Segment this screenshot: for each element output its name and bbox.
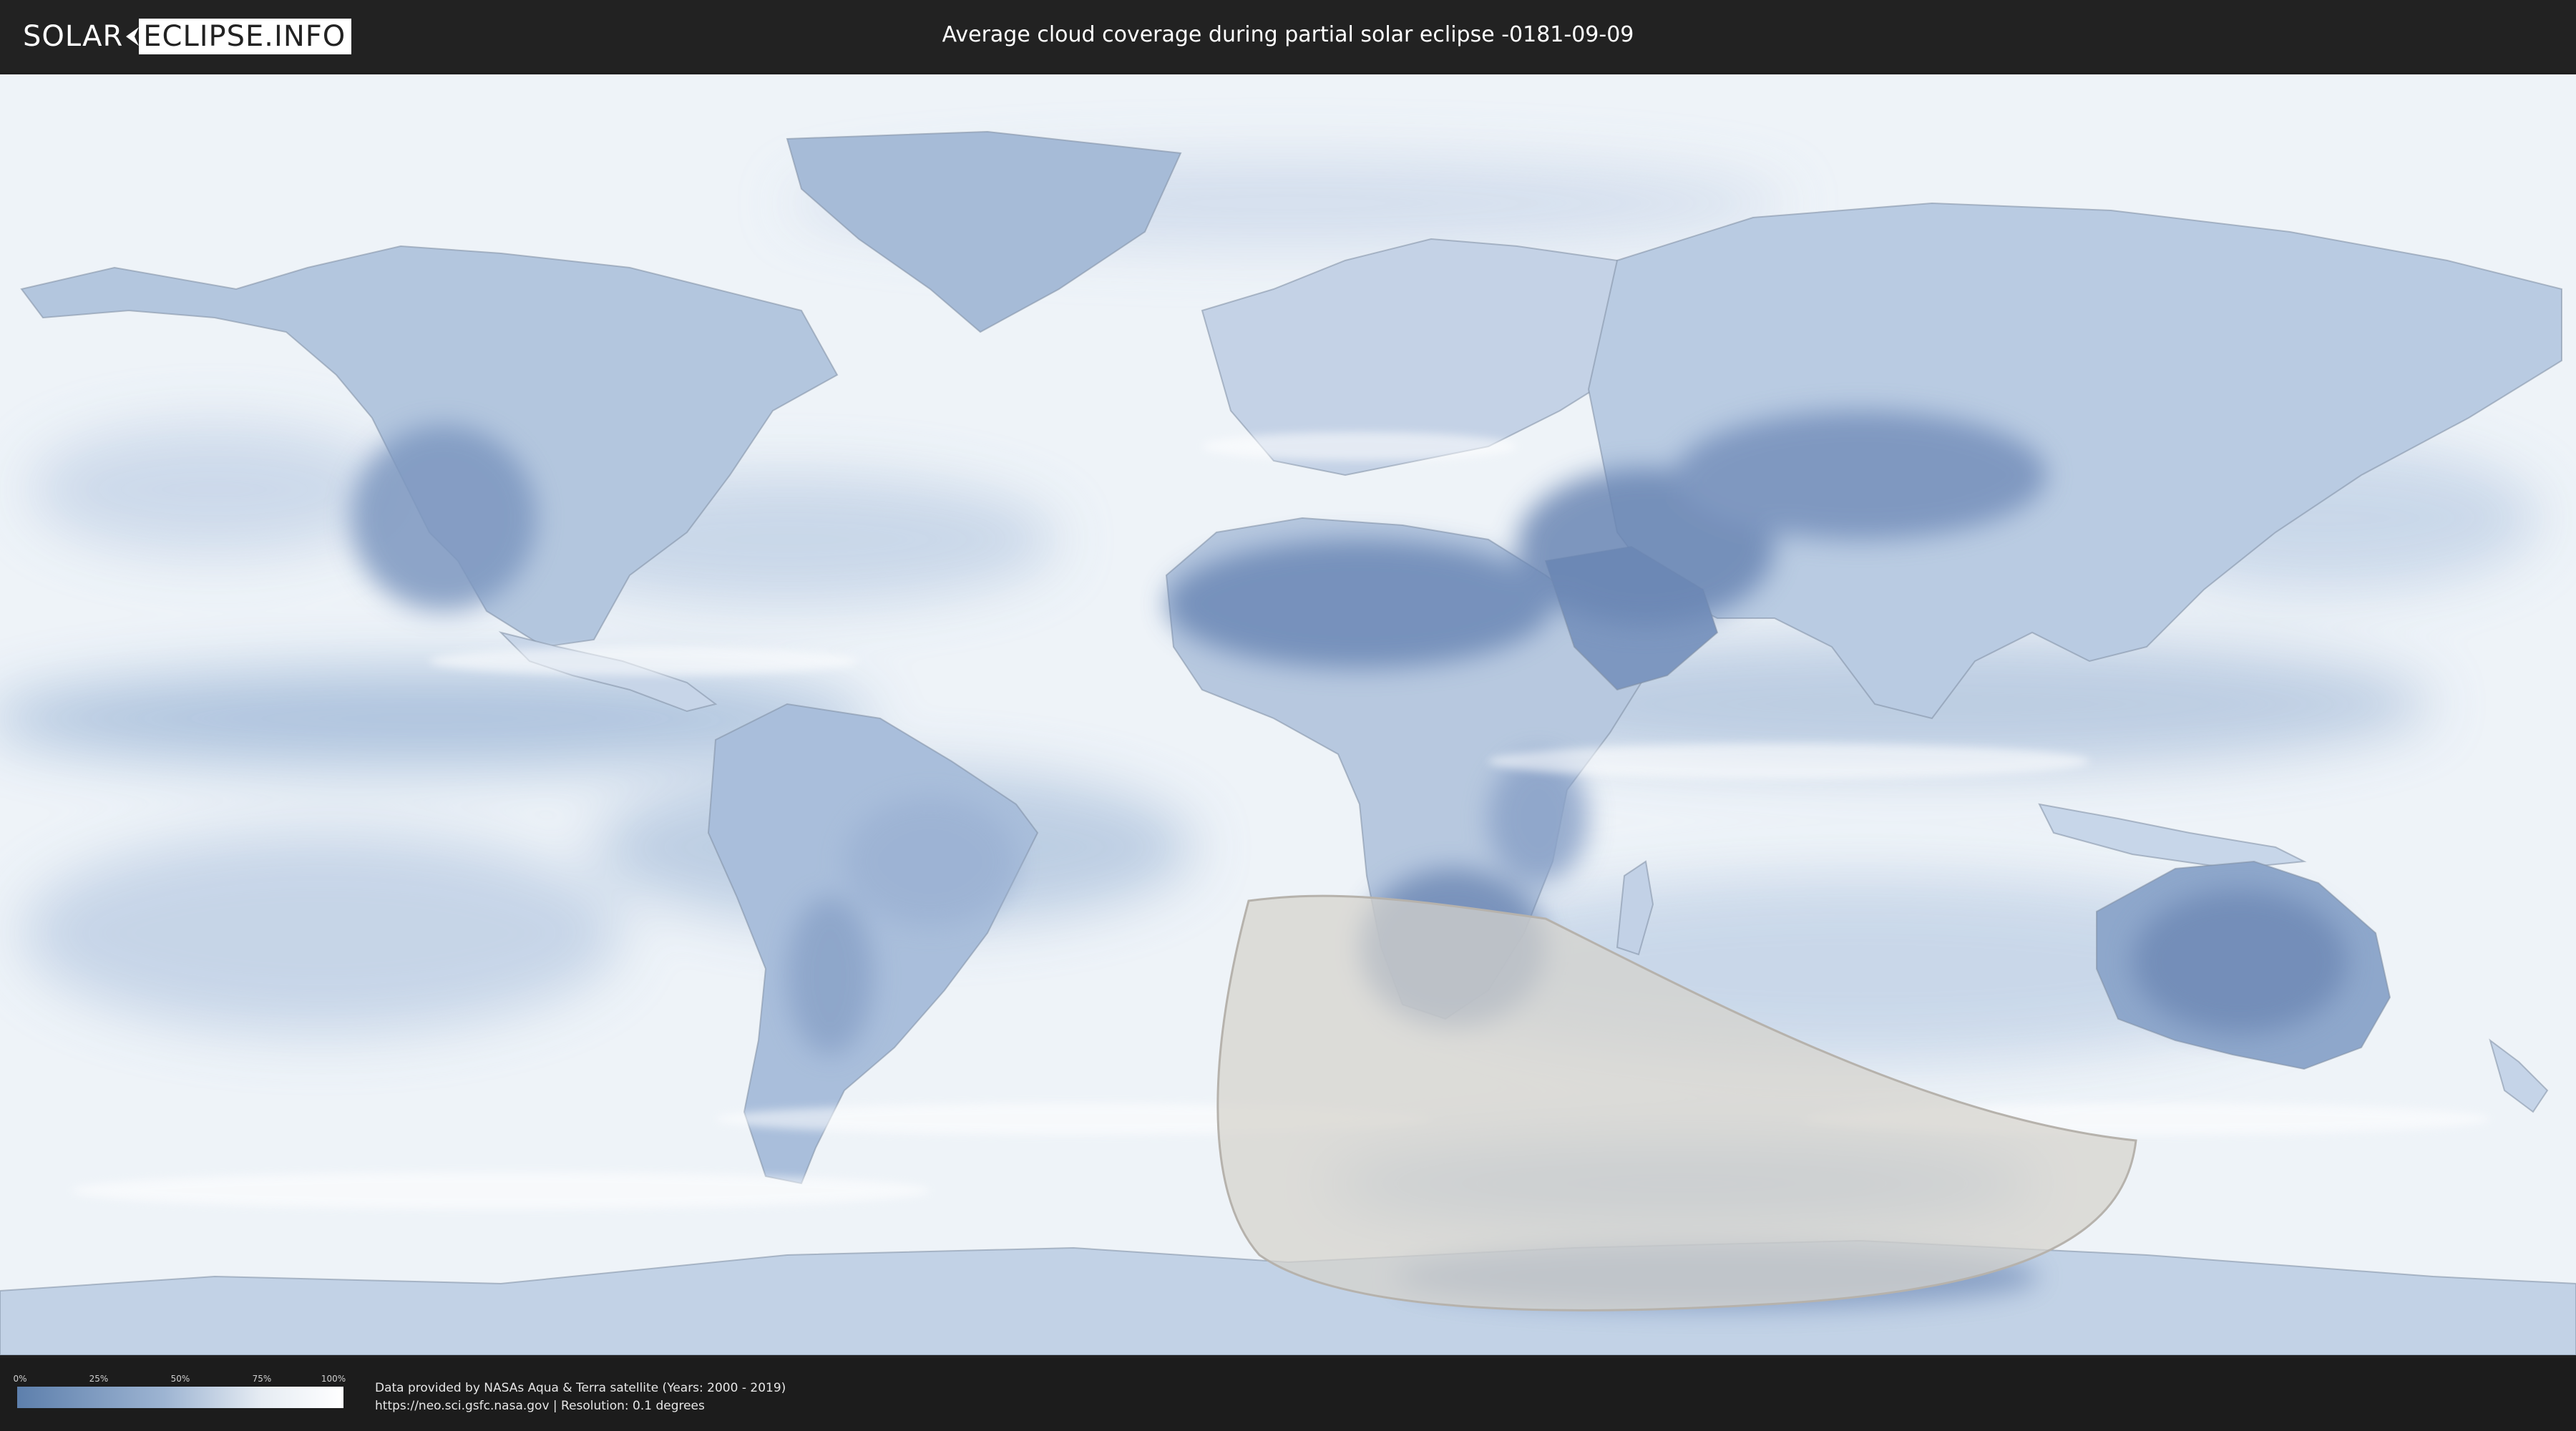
legend-tick-0: 0% xyxy=(13,1374,27,1384)
header-bar: SOLAR ECLIPSE.INFO Average cloud coverag… xyxy=(0,0,2576,72)
legend-gradient-bar xyxy=(17,1387,343,1408)
footer-bar: 0% 25% 50% 75% 100% Data provided by NAS… xyxy=(0,1358,2576,1431)
cloud-coverage-map[interactable] xyxy=(0,74,2576,1355)
cloud-coverage-legend: 0% 25% 50% 75% 100% xyxy=(13,1374,346,1408)
legend-tick-75: 75% xyxy=(252,1374,272,1384)
legend-tick-25: 25% xyxy=(89,1374,109,1384)
legend-tick-100: 100% xyxy=(321,1374,346,1384)
legend-tick-50: 50% xyxy=(170,1374,190,1384)
data-source-info: Data provided by NASAs Aqua & Terra sate… xyxy=(375,1379,786,1415)
source-line-1: Data provided by NASAs Aqua & Terra sate… xyxy=(375,1381,786,1395)
world-map-svg xyxy=(0,74,2576,1355)
source-line-2[interactable]: https://neo.sci.gsfc.nasa.gov | Resoluti… xyxy=(375,1397,786,1415)
page-title: Average cloud coverage during partial so… xyxy=(942,22,1634,47)
legend-ticks: 0% 25% 50% 75% 100% xyxy=(13,1374,346,1387)
